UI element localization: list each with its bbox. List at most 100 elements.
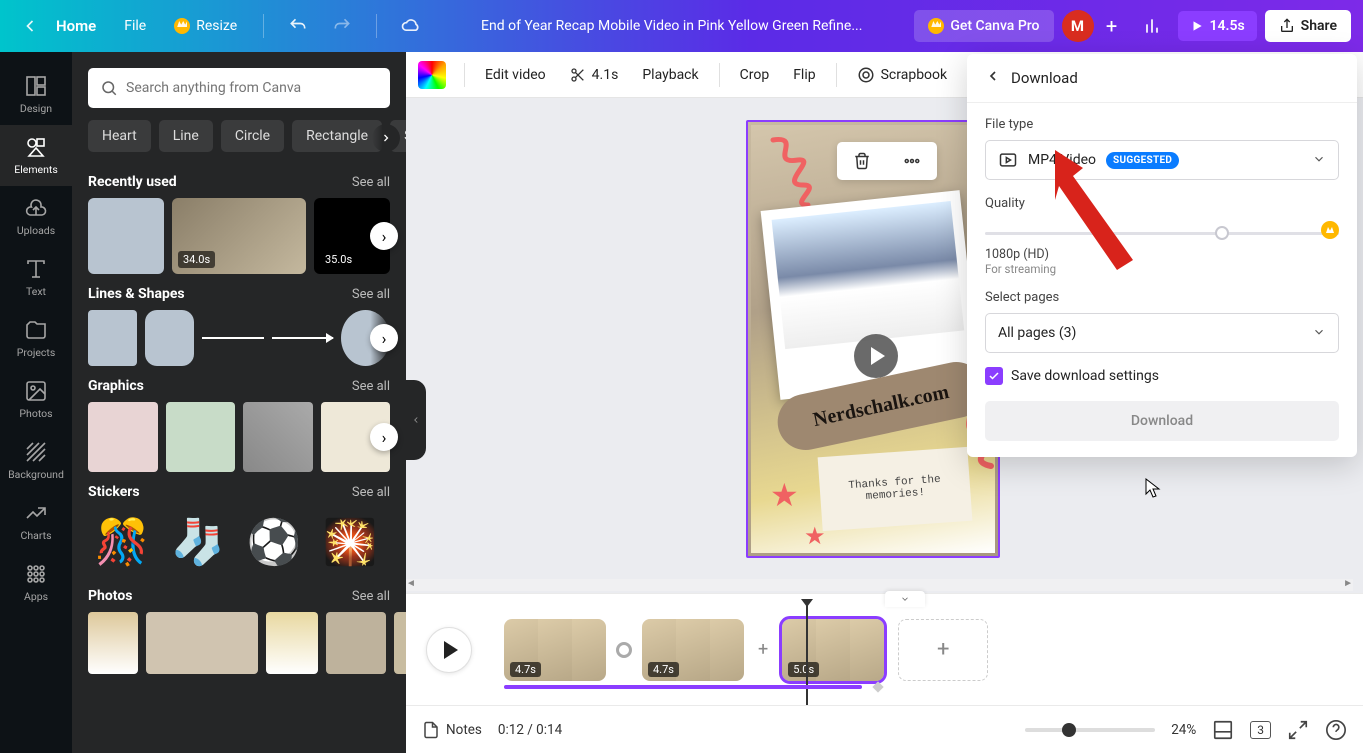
playback-button[interactable]: Playback — [632, 61, 708, 89]
fullscreen-icon[interactable] — [1287, 719, 1309, 741]
search-input[interactable] — [88, 68, 390, 108]
collapse-panel-handle[interactable] — [406, 380, 426, 460]
color-swatch[interactable] — [418, 61, 446, 89]
grid-view-icon[interactable] — [1212, 719, 1234, 741]
element-more-button[interactable] — [887, 152, 937, 170]
photo-item[interactable] — [146, 612, 258, 674]
canvas-horizontal-scrollbar[interactable] — [406, 579, 1353, 593]
sticker-item[interactable]: 🎊 — [88, 508, 156, 576]
transition-button[interactable] — [616, 642, 632, 658]
crop-button[interactable]: Crop — [730, 61, 780, 89]
zoom-slider[interactable] — [1025, 728, 1155, 732]
edit-video-button[interactable]: Edit video — [475, 61, 556, 89]
help-icon[interactable] — [1325, 719, 1347, 741]
video-play-overlay-icon[interactable] — [854, 334, 898, 378]
graphic-item[interactable] — [166, 402, 236, 472]
canvas-page[interactable]: Nerdschalk.com Thanks for the memories! … — [746, 120, 1000, 558]
rail-apps[interactable]: Apps — [0, 552, 72, 613]
row-scroll-right[interactable]: › — [370, 222, 398, 250]
page-indicator[interactable]: 3 — [1250, 721, 1271, 739]
preview-play-button[interactable]: 14.5s — [1178, 11, 1257, 41]
see-all-recent[interactable]: See all — [352, 175, 390, 190]
flip-button[interactable]: Flip — [783, 61, 825, 89]
divider — [376, 14, 377, 38]
timeline-clip[interactable]: 4.7s — [642, 619, 744, 681]
avatar[interactable]: M — [1062, 10, 1094, 42]
shape-arrow-line[interactable] — [272, 310, 333, 366]
star-graphic[interactable]: ★ — [770, 476, 799, 514]
timeline-marker[interactable] — [872, 681, 883, 692]
cloud-sync-icon[interactable] — [401, 16, 421, 36]
trim-button[interactable]: 4.1s — [560, 61, 629, 89]
note-card[interactable]: Thanks for the memories! — [818, 447, 973, 531]
rail-projects[interactable]: Projects — [0, 308, 72, 369]
timeline-clip[interactable]: 4.7s — [504, 619, 606, 681]
recent-item[interactable]: 34.0s — [172, 198, 306, 274]
pages-select[interactable]: All pages (3) — [985, 313, 1339, 353]
chip-heart[interactable]: Heart — [88, 120, 151, 152]
search-field[interactable] — [126, 80, 378, 96]
quality-slider[interactable] — [985, 221, 1339, 245]
chips-scroll-right[interactable] — [372, 124, 400, 152]
timeline-collapse-handle[interactable] — [885, 591, 925, 607]
delete-element-button[interactable] — [837, 152, 887, 170]
rail-photos[interactable]: Photos — [0, 369, 72, 430]
rail-background[interactable]: Background — [0, 430, 72, 491]
row-scroll-right[interactable]: › — [370, 423, 398, 451]
back-icon[interactable] — [20, 16, 40, 36]
photo-item[interactable] — [326, 612, 386, 674]
text-icon — [24, 257, 48, 281]
rail-design[interactable]: Design — [0, 64, 72, 125]
file-type-select[interactable]: MP4 Video SUGGESTED — [985, 140, 1339, 180]
rail-text[interactable]: Text — [0, 247, 72, 308]
chip-rectangle[interactable]: Rectangle — [292, 120, 382, 152]
rail-charts[interactable]: Charts — [0, 491, 72, 552]
sticker-item[interactable]: 🎇 — [316, 508, 384, 576]
shape-rounded-square[interactable] — [145, 310, 194, 366]
download-back-icon[interactable] — [985, 68, 1001, 88]
row-scroll-right[interactable]: › — [370, 324, 398, 352]
get-pro-button[interactable]: Get Canva Pro — [914, 10, 1053, 42]
insights-icon[interactable] — [1134, 8, 1170, 44]
shape-square[interactable] — [88, 310, 137, 366]
timeline-play-button[interactable] — [426, 627, 472, 673]
chip-line[interactable]: Line — [159, 120, 213, 152]
see-all-stickers[interactable]: See all — [352, 485, 390, 500]
rail-elements[interactable]: Elements — [0, 125, 72, 186]
graphic-item[interactable] — [88, 402, 158, 472]
undo-icon[interactable] — [288, 16, 308, 36]
see-all-graphics[interactable]: See all — [352, 379, 390, 394]
share-button[interactable]: Share — [1265, 10, 1351, 42]
add-clip-button[interactable]: + — [898, 619, 988, 681]
photo-item[interactable] — [266, 612, 318, 674]
resize-button[interactable]: Resize — [164, 12, 247, 40]
download-panel: Download File type MP4 Video SUGGESTED Q… — [967, 54, 1357, 457]
rail-uploads[interactable]: Uploads — [0, 186, 72, 247]
add-transition-button[interactable]: + — [758, 639, 768, 660]
sticker-item[interactable]: ⚽ — [240, 508, 308, 576]
chip-circle[interactable]: Circle — [221, 120, 284, 152]
see-all-photos[interactable]: See all — [352, 589, 390, 604]
add-member-button[interactable]: + — [1098, 12, 1126, 40]
photo-item[interactable] — [88, 612, 138, 674]
zoom-value[interactable]: 24% — [1171, 722, 1196, 738]
home-button[interactable]: Home — [56, 17, 96, 35]
timeline-progress — [504, 685, 862, 689]
recent-item[interactable] — [88, 198, 164, 274]
see-all-lines[interactable]: See all — [352, 287, 390, 302]
scrapbook-button[interactable]: Scrapbook — [847, 60, 958, 90]
document-title[interactable]: End of Year Recap Mobile Video in Pink Y… — [437, 18, 906, 34]
squiggle-graphic[interactable] — [758, 130, 828, 210]
photo-item[interactable] — [394, 612, 406, 674]
graphic-item[interactable] — [243, 402, 313, 472]
shape-line[interactable] — [202, 310, 263, 366]
file-menu[interactable]: File — [114, 12, 156, 40]
timeline-clip-selected[interactable]: 5.0s — [782, 619, 884, 681]
star-graphic[interactable]: ★ — [804, 522, 826, 550]
playhead[interactable] — [806, 605, 808, 705]
redo-icon[interactable] — [332, 16, 352, 36]
notes-button[interactable]: Notes — [422, 721, 482, 739]
save-settings-checkbox[interactable] — [985, 367, 1003, 385]
download-button[interactable]: Download — [985, 401, 1339, 441]
sticker-item[interactable]: 🧦 — [164, 508, 232, 576]
